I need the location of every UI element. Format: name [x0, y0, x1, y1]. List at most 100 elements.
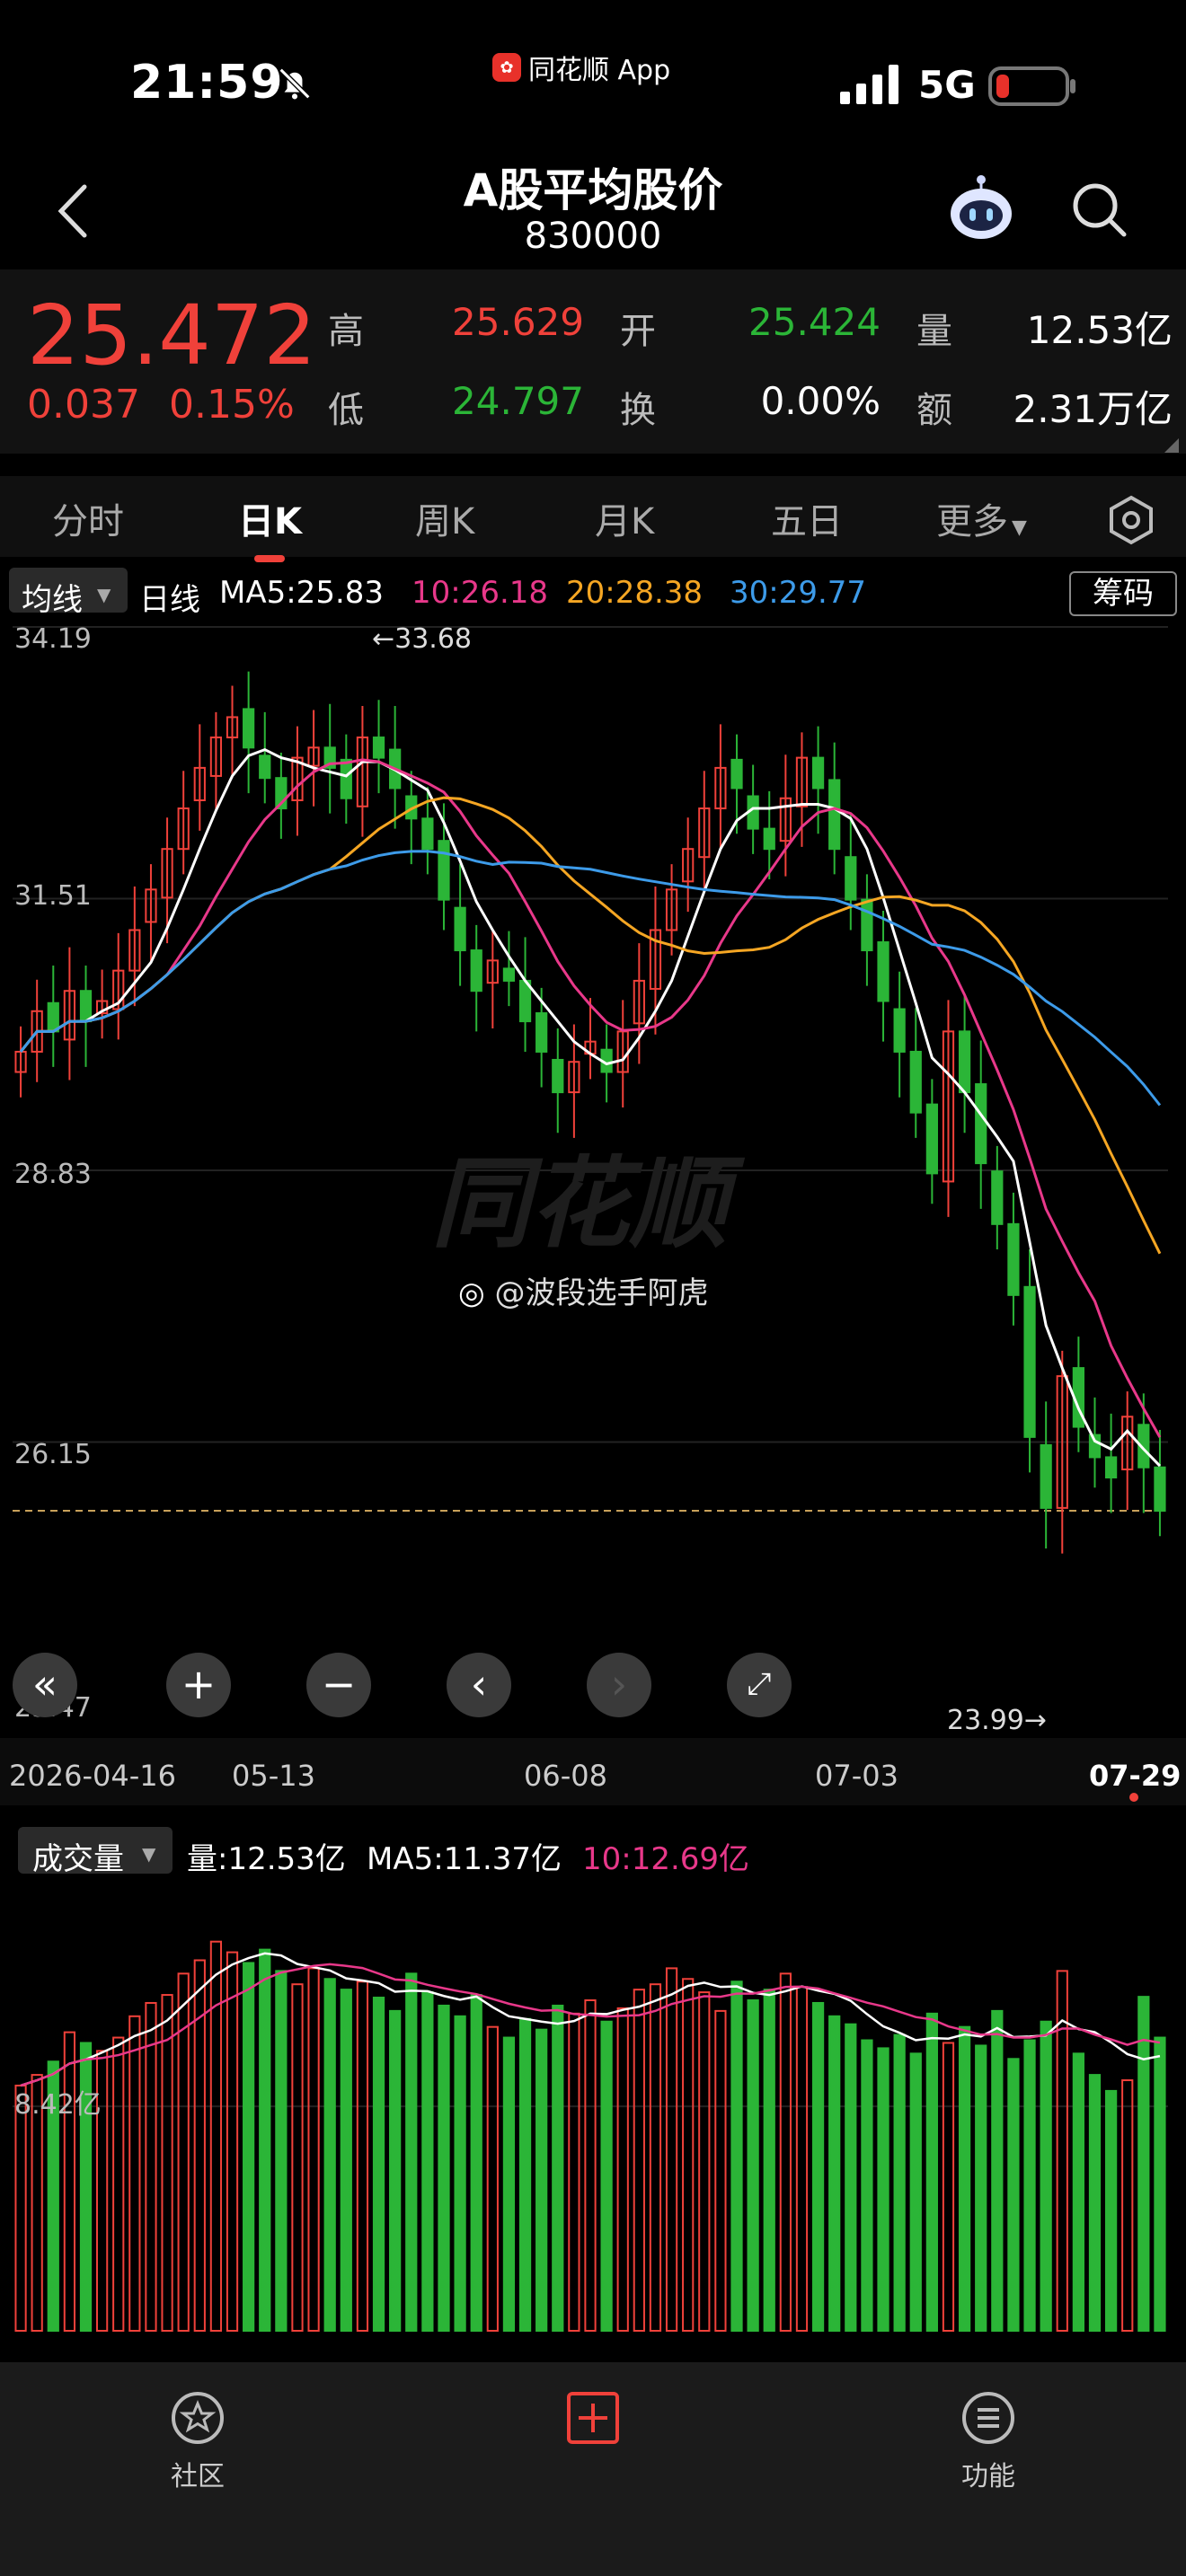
ai-assistant-icon[interactable]	[945, 172, 1017, 244]
volume-bar	[161, 1994, 173, 2332]
turnover-label: 换	[620, 390, 656, 431]
app-logo-icon: ✿	[492, 53, 521, 82]
volume-bar	[535, 2028, 548, 2332]
volume-dropdown-label: 成交量	[32, 1841, 124, 1877]
volume-bar	[747, 1999, 759, 2332]
candle-body	[502, 967, 516, 982]
volume-bar	[942, 2042, 955, 2333]
volume-bar	[486, 2025, 499, 2332]
amount-value: 2.31万亿	[1013, 387, 1173, 431]
volume-ma5-line	[20, 1952, 1161, 2087]
ma20-value: 20:28.38	[566, 575, 704, 611]
fullscreen-icon[interactable]: ⤢	[727, 1653, 792, 1717]
date-label: 2026-04-16	[9, 1759, 176, 1793]
volume-bar	[958, 2025, 971, 2332]
app-return-pill[interactable]: ✿ 同花顺 App	[492, 49, 671, 86]
scroll-right-button[interactable]: ›	[587, 1653, 651, 1717]
candle-body	[811, 756, 825, 790]
low-label: 低	[328, 390, 364, 431]
volume-bar	[1040, 2020, 1052, 2332]
credit-text: @波段选手阿虎	[494, 1275, 709, 1311]
app-name: 同花顺 App	[528, 55, 671, 86]
volume-bar	[291, 1983, 304, 2333]
volume-bar	[1088, 2074, 1102, 2332]
volume-bar	[1104, 2089, 1118, 2332]
ma5-line	[19, 747, 1162, 1468]
cellular-signal-icon	[840, 65, 898, 104]
ma10-value: 10:26.18	[412, 575, 549, 611]
low-value: 24.797	[452, 379, 584, 423]
nav-add[interactable]	[539, 2389, 647, 2454]
candle-body	[340, 758, 352, 799]
tab-more[interactable]: 更多 ▼	[936, 492, 1027, 544]
volume-bar	[63, 2031, 76, 2332]
nav-community[interactable]: 社区	[144, 2389, 252, 2493]
y-axis-label: 31.51	[14, 880, 92, 912]
candle-body	[243, 708, 255, 749]
volume-bar	[730, 1981, 743, 2333]
chip-distribution-button[interactable]: 筹码	[1069, 571, 1177, 616]
max-price-annotation: ←33.68	[372, 623, 473, 655]
volume-bar	[584, 1999, 597, 2332]
tab-monthly-k[interactable]: 月K	[595, 492, 654, 544]
candle-body	[1023, 1285, 1036, 1438]
volume-bar	[209, 1940, 223, 2332]
candle-body	[828, 779, 841, 851]
volume-bar	[665, 1967, 678, 2333]
volume-bar	[405, 1972, 418, 2333]
candle-body	[763, 827, 775, 851]
tab-weekly-k[interactable]: 周K	[415, 492, 474, 544]
volume-ma5: MA5:11.37亿	[367, 1841, 562, 1877]
zoom-in-button[interactable]: +	[166, 1653, 231, 1717]
volume-bar	[795, 1986, 809, 2333]
tab-more-label: 更多	[936, 501, 1008, 543]
volume-ma10: 10:12.69亿	[582, 1841, 750, 1877]
tab-five-day[interactable]: 五日	[771, 492, 843, 544]
volume-axis-label: 8.42亿	[14, 2089, 102, 2121]
nav-function[interactable]: 功能	[934, 2389, 1042, 2493]
y-axis-label: 28.83	[14, 1159, 92, 1190]
volume-chart[interactable]	[0, 1882, 1186, 2335]
change-percent: 0.15%	[168, 382, 295, 428]
y-axis-label: 34.19	[14, 623, 92, 655]
volume-bar	[356, 1981, 369, 2333]
candle-body	[877, 941, 890, 1002]
ma10-line	[19, 758, 1162, 1438]
high-label: 高	[328, 311, 364, 352]
candle-body	[1104, 1456, 1118, 1479]
volume-current: 量:12.53亿	[187, 1841, 346, 1877]
candle-body	[893, 1008, 906, 1053]
volume-bar	[470, 1994, 482, 2332]
scroll-left-button[interactable]: ‹	[447, 1653, 511, 1717]
expand-corner-icon[interactable]	[1164, 438, 1179, 453]
candle-body	[730, 758, 743, 790]
weibo-credit: ◎ @波段选手阿虎	[458, 1268, 708, 1312]
rewind-button[interactable]: «	[13, 1653, 77, 1717]
candle-body	[925, 1103, 938, 1175]
volume-bar	[112, 2036, 125, 2332]
search-icon[interactable]	[1069, 180, 1128, 239]
volume-bar	[909, 2052, 922, 2333]
candle-body	[421, 817, 434, 851]
settings-hexagon-icon[interactable]	[1105, 494, 1157, 546]
date-label: 07-03	[815, 1759, 898, 1793]
volume-bar	[763, 1989, 775, 2333]
y-axis-label: 26.15	[14, 1439, 92, 1470]
volume-bar	[877, 2047, 890, 2333]
tab-daily-k[interactable]: 日K	[238, 492, 302, 544]
volume-bar	[991, 2009, 1004, 2332]
volume-bar	[682, 1978, 695, 2333]
volume-bar	[340, 1989, 352, 2333]
amount-label: 额	[916, 390, 952, 431]
candle-body	[1040, 1443, 1052, 1509]
tab-intraday[interactable]: 分时	[52, 492, 124, 544]
period-label: 日线	[139, 582, 200, 618]
zoom-out-button[interactable]: −	[306, 1653, 371, 1717]
add-square-icon	[567, 2392, 619, 2444]
volume-bar	[14, 2084, 27, 2332]
volume-bar	[811, 2001, 825, 2332]
community-star-icon	[172, 2392, 224, 2444]
candle-body	[991, 1170, 1004, 1225]
volume-bar	[259, 1948, 271, 2332]
volume-bar	[454, 2015, 466, 2332]
